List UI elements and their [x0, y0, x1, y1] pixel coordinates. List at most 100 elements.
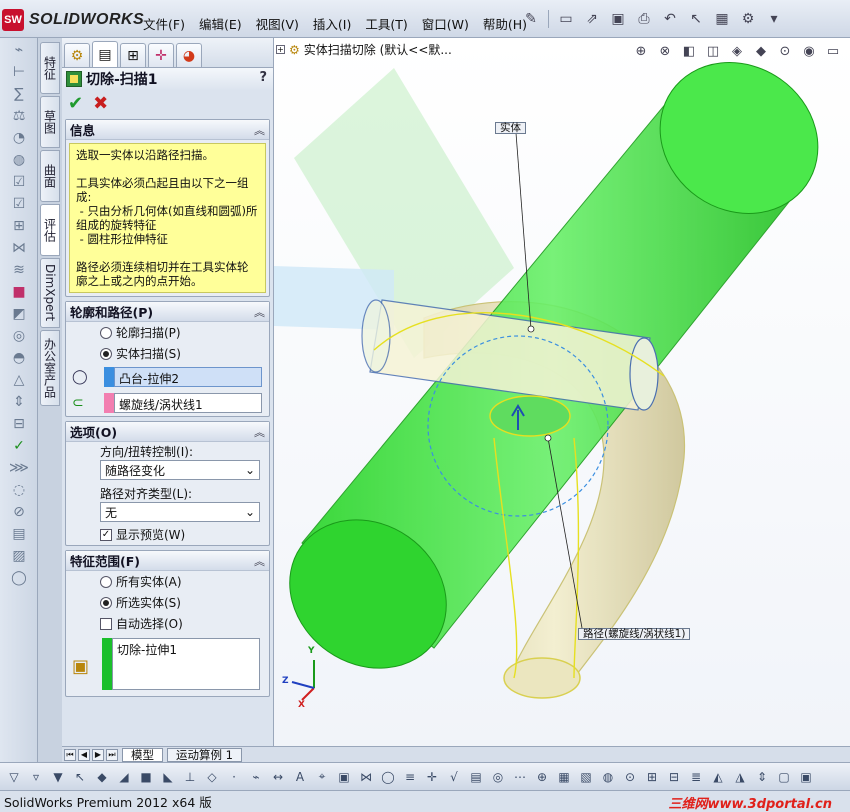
- tab-model[interactable]: 模型: [122, 747, 163, 762]
- filter-select-all-icon[interactable]: ▼: [48, 767, 68, 787]
- undo-icon[interactable]: ↶: [659, 9, 681, 29]
- new-file-icon[interactable]: ▭: [555, 9, 577, 29]
- filter-surfaces-icon[interactable]: ◣: [158, 767, 178, 787]
- collapse-icon[interactable]: ︽: [254, 553, 265, 569]
- menu-view[interactable]: 视图(V): [249, 12, 306, 35]
- xref-icon[interactable]: ✓: [4, 436, 34, 456]
- filter-revision-icon[interactable]: ◭: [708, 767, 728, 787]
- filter-planes-icon[interactable]: ◇: [202, 767, 222, 787]
- app-logo[interactable]: SW SOLIDWORKS: [2, 8, 144, 32]
- filter-routing-icon[interactable]: ⋯: [510, 767, 530, 787]
- filter-hole-icon[interactable]: ⊙: [620, 767, 640, 787]
- zoom-to-fit-icon[interactable]: ⊕: [632, 42, 650, 60]
- menu-file[interactable]: 文件(F): [136, 12, 192, 35]
- curvature-icon[interactable]: ■: [4, 282, 34, 302]
- filter-move-icon[interactable]: ⇕: [752, 767, 772, 787]
- filter-clear-icon[interactable]: ▿: [26, 767, 46, 787]
- path-callout[interactable]: 路径(螺旋线/涡状线1): [578, 628, 691, 640]
- filter-toggle-icon[interactable]: ▽: [4, 767, 24, 787]
- section-view-icon[interactable]: ◫: [704, 42, 722, 60]
- zoom-area-icon[interactable]: ⊗: [656, 42, 674, 60]
- tab-features[interactable]: 特征: [40, 42, 60, 94]
- filter-stack-icon[interactable]: ≡: [400, 767, 420, 787]
- orientation-dropdown[interactable]: 随路径变化 ⌄: [100, 460, 260, 480]
- rebuild-icon[interactable]: ▦: [711, 9, 733, 29]
- filter-gtol-icon[interactable]: ⌖: [312, 767, 332, 787]
- symmetry-icon[interactable]: ⇕: [4, 392, 34, 412]
- save-icon[interactable]: ▣: [607, 9, 629, 29]
- select-arrow-icon[interactable]: ↖: [70, 767, 90, 787]
- help-button[interactable]: ?: [259, 70, 267, 85]
- thickness-icon[interactable]: △: [4, 370, 34, 390]
- collapse-icon[interactable]: ︽: [254, 424, 265, 440]
- radio-button[interactable]: [100, 326, 112, 339]
- dimxpert-manager-tab[interactable]: ✛: [148, 43, 174, 67]
- profile-path-header[interactable]: 轮廓和路径(P) ︽: [66, 302, 269, 322]
- deviation-icon[interactable]: ⋈: [4, 238, 34, 258]
- checkbox[interactable]: ✓: [100, 528, 112, 541]
- print-icon[interactable]: ⎙: [633, 9, 655, 29]
- filter-bend-icon[interactable]: ◮: [730, 767, 750, 787]
- filter-table-icon[interactable]: ⊟: [664, 767, 684, 787]
- sustain-icon[interactable]: ⊘: [4, 502, 34, 522]
- filter-surface-finish-icon[interactable]: √: [444, 767, 464, 787]
- open-file-icon[interactable]: ⇗: [581, 9, 603, 29]
- filter-faces-icon[interactable]: ■: [136, 767, 156, 787]
- graphics-area[interactable]: + ⚙ 实体扫描切除 (默认<<默... ⊕ ⊗ ◧ ◫ ◈ ◆ ⊙ ◉ ▭ 实…: [274, 38, 850, 746]
- appearance-icon[interactable]: ◉: [800, 42, 818, 60]
- filter-dimensions-icon[interactable]: ↔: [268, 767, 288, 787]
- first-tab-arrow[interactable]: ⏮: [64, 748, 76, 761]
- menu-tools[interactable]: 工具(T): [358, 12, 414, 35]
- globe-icon[interactable]: ◯: [4, 568, 34, 588]
- options-header[interactable]: 选项(O) ︽: [66, 422, 269, 442]
- checkbox[interactable]: [100, 617, 112, 630]
- filter-balloon-icon[interactable]: ◯: [378, 767, 398, 787]
- more-icon[interactable]: ▾: [763, 9, 785, 29]
- property-manager-tab[interactable]: ▤: [92, 41, 118, 67]
- view-orientation-icon[interactable]: ◈: [728, 42, 746, 60]
- options-icon[interactable]: ⚙: [737, 9, 759, 29]
- path-field[interactable]: 螺旋线/涡状线1: [114, 393, 262, 413]
- filter-mates-icon[interactable]: ⊕: [532, 767, 552, 787]
- filter-surface-bodies-icon[interactable]: ▧: [576, 767, 596, 787]
- draft-icon[interactable]: ◩: [4, 304, 34, 324]
- filter-centermark-icon[interactable]: ✛: [422, 767, 442, 787]
- show-preview-option[interactable]: ✓ 显示预览(W): [66, 524, 269, 545]
- config-manager-tab[interactable]: ⊞: [120, 43, 146, 67]
- tab-surfaces[interactable]: 曲面: [40, 150, 60, 202]
- sketch-icon[interactable]: ⌁: [4, 40, 34, 60]
- compare-icon[interactable]: ⊟: [4, 414, 34, 434]
- cancel-button[interactable]: ✖: [93, 93, 108, 114]
- filter-solid-bodies-icon[interactable]: ▦: [554, 767, 574, 787]
- all-bodies-option[interactable]: 所有实体(A): [66, 571, 269, 592]
- solid-sweep-option[interactable]: 实体扫描(S): [66, 343, 269, 364]
- filter-cosmetic-icon[interactable]: ◎: [488, 767, 508, 787]
- body-callout[interactable]: 实体: [495, 122, 526, 134]
- prev-tab-arrow[interactable]: ◀: [78, 748, 90, 761]
- filter-datum-icon[interactable]: ▣: [334, 767, 354, 787]
- filter-vertices-icon[interactable]: ◆: [92, 767, 112, 787]
- radio-button[interactable]: [100, 596, 112, 609]
- last-tab-arrow[interactable]: ⏭: [106, 748, 118, 761]
- feature-manager-tab[interactable]: ⚙: [64, 43, 90, 67]
- expand-icon[interactable]: +: [276, 45, 285, 54]
- next-tab-arrow[interactable]: ▶: [92, 748, 104, 761]
- sensor-icon[interactable]: ◍: [4, 150, 34, 170]
- menu-window[interactable]: 窗口(W): [415, 12, 476, 35]
- filter-notes-icon[interactable]: A: [290, 767, 310, 787]
- equation-icon[interactable]: ∑: [4, 84, 34, 104]
- filter-points-icon[interactable]: ·: [224, 767, 244, 787]
- mass-icon[interactable]: ⚖: [4, 106, 34, 126]
- costing-icon[interactable]: ◌: [4, 480, 34, 500]
- undercut-icon[interactable]: ◎: [4, 326, 34, 346]
- feature-scope-header[interactable]: 特征范围(F) ︽: [66, 551, 269, 571]
- tab-office-products[interactable]: 办公室产品: [40, 330, 60, 406]
- menu-insert[interactable]: 插入(I): [306, 12, 358, 35]
- feature-tree-flyout[interactable]: + ⚙ 实体扫描切除 (默认<<默...: [276, 41, 452, 58]
- display-manager-tab[interactable]: ◕: [176, 43, 202, 67]
- collapse-icon[interactable]: ︽: [254, 304, 265, 320]
- previous-view-icon[interactable]: ◧: [680, 42, 698, 60]
- check-icon[interactable]: ☑: [4, 172, 34, 192]
- tab-sketch[interactable]: 草图: [40, 96, 60, 148]
- radio-button[interactable]: [100, 347, 112, 360]
